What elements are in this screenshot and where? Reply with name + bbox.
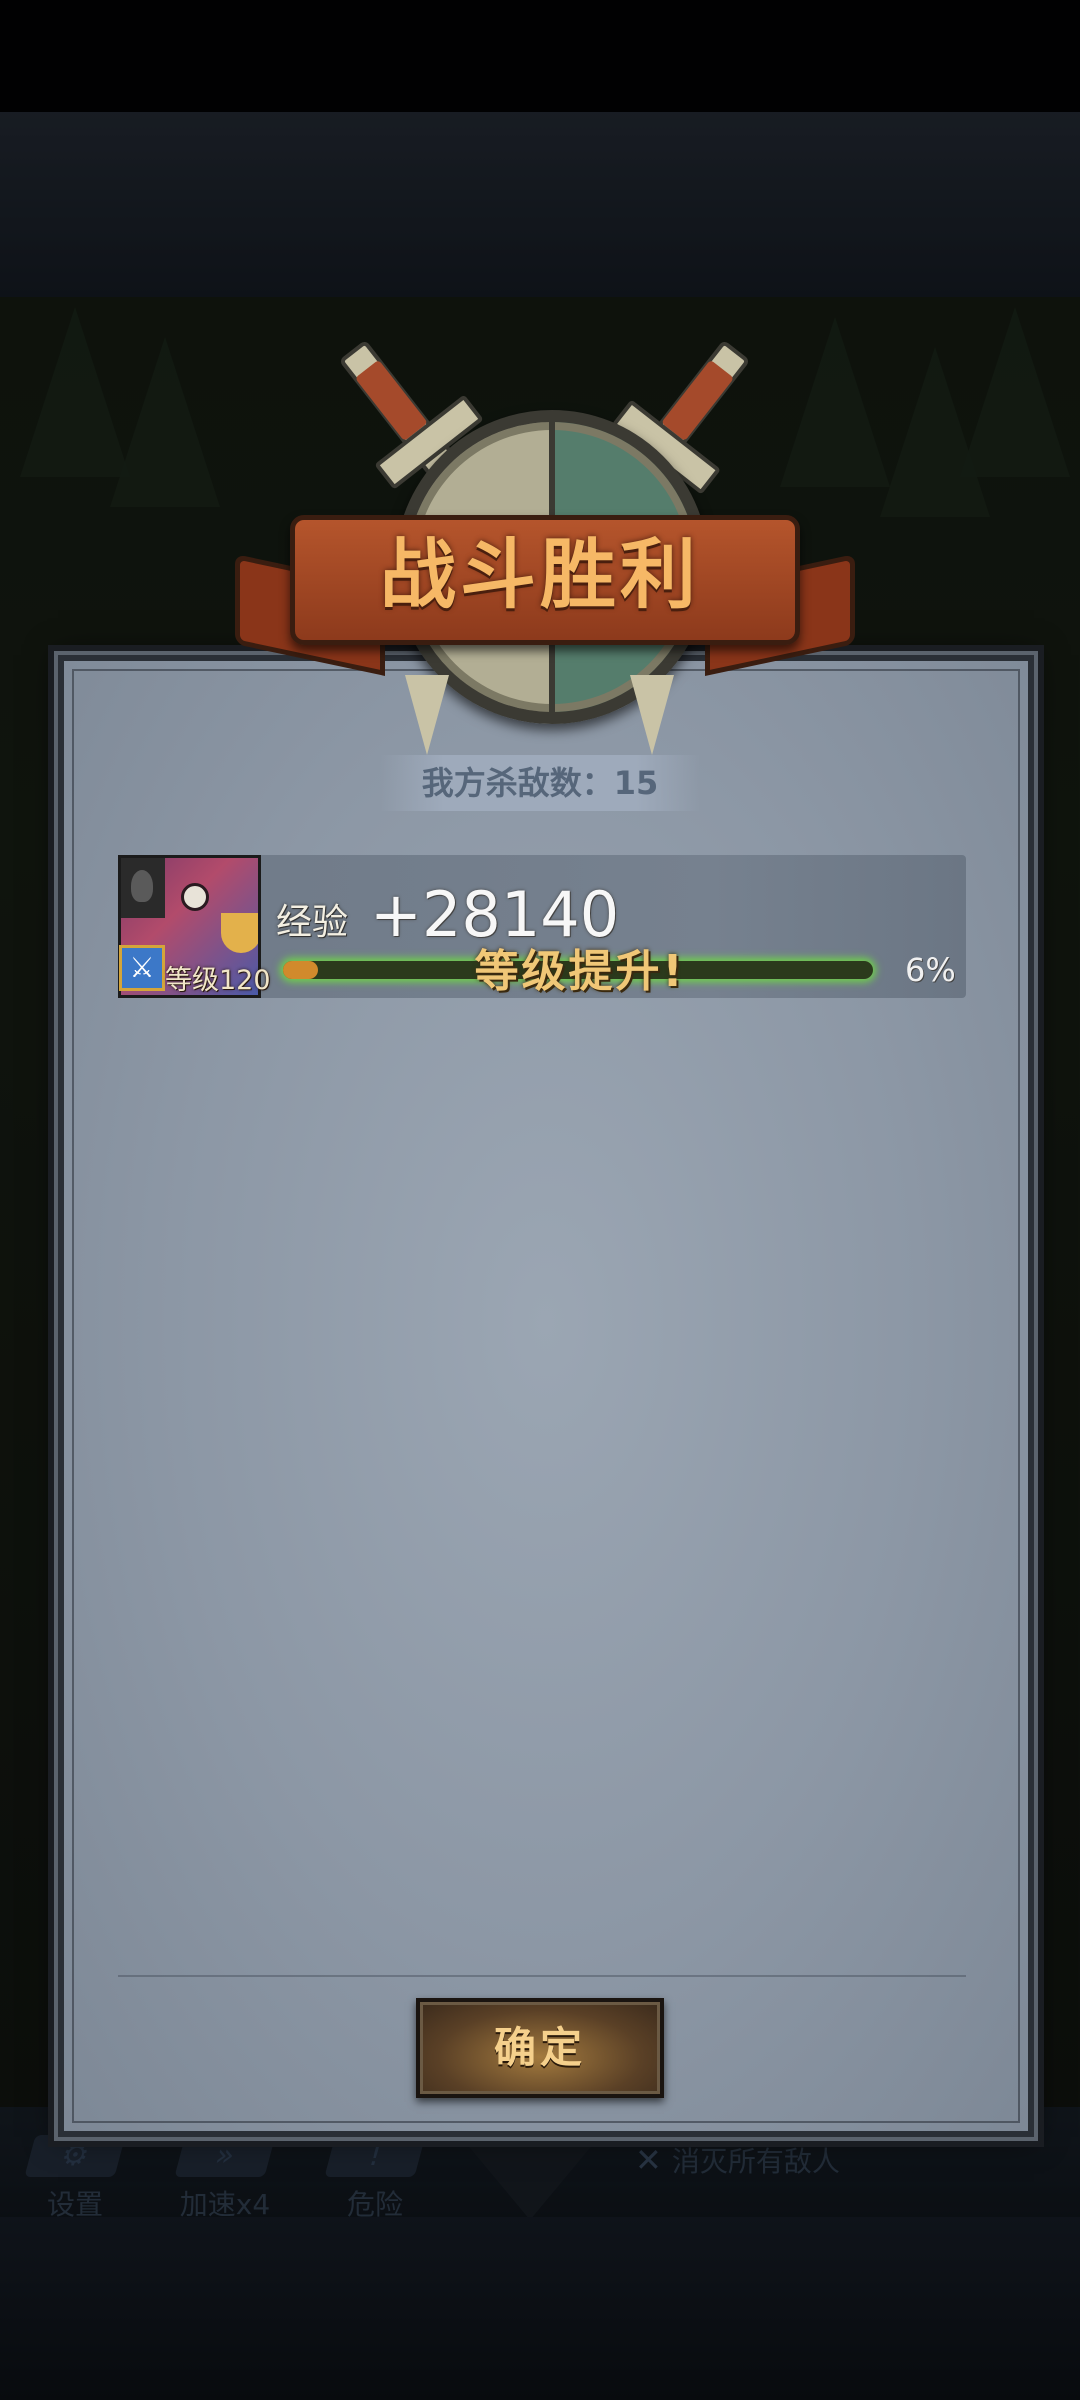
- sword-class-icon: ⚔: [119, 945, 165, 991]
- exp-label: 经验: [276, 902, 349, 943]
- victory-title: 战斗胜利: [380, 530, 700, 619]
- element-badge: [121, 858, 165, 918]
- hero-beak: [221, 913, 258, 953]
- sword-tip-icon: [630, 675, 674, 755]
- kill-count: 我方杀敌数：15: [380, 755, 700, 811]
- hero-eye: [181, 883, 209, 911]
- sword-tip-icon: [405, 675, 449, 755]
- hero-level: 等级120: [165, 965, 271, 996]
- level-up-text: 等级提升!: [474, 946, 686, 997]
- victory-emblem: 战斗胜利: [230, 330, 855, 755]
- flame-icon: [131, 870, 153, 902]
- divider: [118, 1975, 966, 1977]
- exp-percent: 6%: [905, 951, 956, 989]
- exp-progress-fill: [283, 961, 319, 979]
- game-screen: ⚙ 设置 » 加速x4 ! 危险 ✕消灭所有敌人 战斗胜利 我方杀敌数：15: [0, 0, 1080, 2400]
- confirm-button[interactable]: 确定: [416, 1998, 664, 2098]
